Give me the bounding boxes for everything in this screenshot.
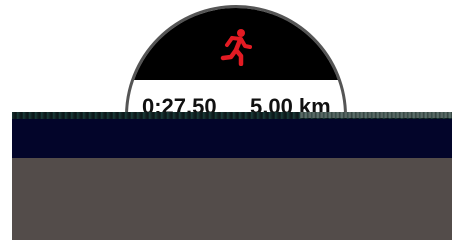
activity-header (128, 8, 344, 80)
overlay-faint-edge (300, 112, 452, 118)
running-person-icon (220, 29, 252, 66)
overlay-lower (12, 158, 452, 240)
